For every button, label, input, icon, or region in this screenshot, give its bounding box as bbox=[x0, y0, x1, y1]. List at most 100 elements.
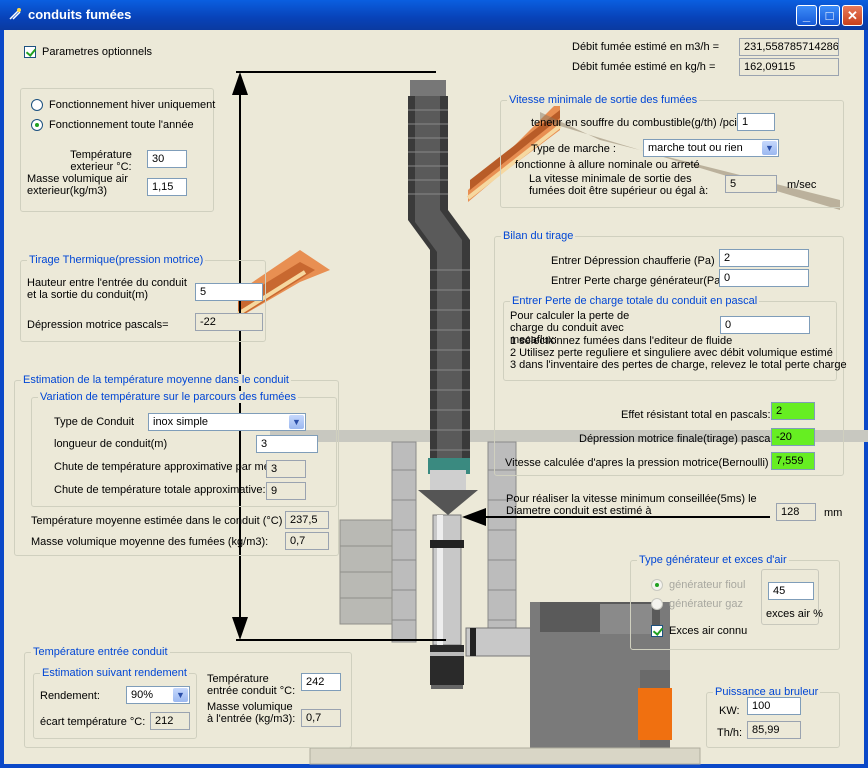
optional-params-label: Parametres optionnels bbox=[42, 46, 153, 58]
ecart-label: écart température °C: bbox=[40, 716, 146, 728]
debit-kg-label: Débit fumée estimé en kg/h = bbox=[572, 61, 716, 73]
soufre-label: teneur en souffre du combustible(g/th) /… bbox=[531, 117, 740, 129]
hiver-radio[interactable] bbox=[31, 99, 43, 111]
vitesse-group: Vitesse minimale de sortie des fumées te… bbox=[500, 94, 844, 208]
step1-text: 1 sélectionnez fumées dans l'editeur de … bbox=[510, 335, 733, 347]
temp-entree-input[interactable]: 242 bbox=[301, 673, 341, 691]
fioul-radio[interactable] bbox=[651, 579, 663, 591]
ecart-field[interactable]: 212 bbox=[150, 712, 190, 730]
temp-ext-input[interactable]: 30 bbox=[147, 150, 187, 168]
exces-connu-label: Exces air connu bbox=[669, 625, 748, 637]
chevron-down-icon[interactable]: ▼ bbox=[289, 415, 304, 429]
marche-select[interactable]: marche tout ou rien ▼ bbox=[643, 139, 779, 157]
dep-finale-field[interactable]: -20 bbox=[771, 428, 815, 446]
vitesse-bernoulli-field[interactable]: 7,559 bbox=[771, 452, 815, 470]
longueur-input[interactable]: 3 bbox=[256, 435, 318, 453]
estimation-title: Estimation de la température moyenne dan… bbox=[21, 374, 291, 386]
temp-moy-label: Température moyenne estimée dans le cond… bbox=[31, 515, 283, 527]
marche-value: marche tout ou rien bbox=[648, 142, 743, 154]
vitesse-title: Vitesse minimale de sortie des fumées bbox=[507, 94, 700, 106]
hauteur-label: Hauteur entre l'entrée du conduit et la … bbox=[27, 277, 187, 301]
step2-text: 2 Utilisez perte reguliere et singuliere… bbox=[510, 347, 833, 359]
dep-chauff-input[interactable]: 2 bbox=[719, 249, 809, 267]
puissance-group: Puissance au bruleur KW: 100 Th/h: 85,99 bbox=[706, 686, 840, 748]
chute-metre-label: Chute de température approximative par m… bbox=[54, 461, 283, 473]
vitesse-min-label: La vitesse minimale de sortie des fumées… bbox=[529, 173, 709, 197]
generateur-title: Type générateur et exces d'air bbox=[637, 554, 789, 566]
annee-label: Fonctionnement toute l'année bbox=[49, 119, 194, 131]
exces-label: exces air % bbox=[766, 608, 823, 620]
bilan-group: Bilan du tirage Entrer Dépression chauff… bbox=[494, 230, 847, 476]
kw-input[interactable]: 100 bbox=[747, 697, 801, 715]
vitesse-bernoulli-label: Vitesse calculée d'apres la pression mot… bbox=[505, 457, 787, 469]
variation-group: Variation de température sur le parcours… bbox=[31, 391, 337, 507]
effet-field[interactable]: 2 bbox=[771, 402, 815, 420]
kw-label: KW: bbox=[719, 705, 740, 717]
rendement-label: Rendement: bbox=[40, 690, 100, 702]
hauteur-input[interactable]: 5 bbox=[195, 283, 263, 301]
masse-moy-label: Masse volumique moyenne des fumées (kg/m… bbox=[31, 536, 269, 548]
optional-params-checkbox[interactable] bbox=[24, 46, 36, 58]
perte-total-title: Entrer Perte de charge totale du conduit… bbox=[510, 295, 760, 307]
perte-total-group: Entrer Perte de charge totale du conduit… bbox=[503, 295, 847, 381]
rendement-value: 90% bbox=[131, 689, 154, 701]
type-conduit-label: Type de Conduit bbox=[54, 416, 135, 428]
masse-ext-label: Masse volumique air exterieur(kg/m3) bbox=[27, 173, 128, 197]
dep-chauff-label: Entrer Dépression chaufferie (Pa) bbox=[551, 255, 715, 267]
temp-entree-label: Température entrée conduit °C: bbox=[207, 673, 296, 697]
vitesse-min-unit: m/sec bbox=[787, 179, 817, 191]
variation-title: Variation de température sur le parcours… bbox=[38, 391, 298, 403]
depression-label: Dépression motrice pascals= bbox=[27, 319, 169, 331]
masse-ext-input[interactable]: 1,15 bbox=[147, 178, 187, 196]
entree-title: Température entrée conduit bbox=[31, 646, 170, 658]
type-conduit-select[interactable]: inox simple ▼ bbox=[148, 413, 306, 431]
entree-group: Température entrée conduit Estimation su… bbox=[24, 646, 352, 748]
debit-m3-label: Débit fumée estimé en m3/h = bbox=[572, 41, 720, 53]
temp-moy-field[interactable]: 237,5 bbox=[285, 511, 329, 529]
soufre-input[interactable]: 1 bbox=[737, 113, 775, 131]
rendement-title: Estimation suivant rendement bbox=[40, 667, 189, 679]
rendement-select[interactable]: 90% ▼ bbox=[126, 686, 190, 704]
perte-gen-input[interactable]: 0 bbox=[719, 269, 809, 287]
type-conduit-value: inox simple bbox=[153, 416, 209, 428]
allure-label: fonctionne à allure nominale ou arreté bbox=[515, 159, 700, 171]
dep-finale-label: Dépression motrice finale(tirage) pascal… bbox=[579, 433, 779, 445]
exces-box: 45 exces air % bbox=[761, 569, 823, 625]
thh-field[interactable]: 85,99 bbox=[747, 721, 801, 739]
chevron-down-icon[interactable]: ▼ bbox=[762, 141, 777, 155]
exces-input[interactable]: 45 bbox=[768, 582, 814, 600]
debit-kg-field[interactable]: 162,09115 bbox=[739, 58, 839, 76]
chute-metre-field[interactable]: 3 bbox=[266, 460, 306, 478]
annee-radio[interactable] bbox=[31, 119, 43, 131]
depression-field[interactable]: -22 bbox=[195, 313, 263, 331]
generateur-group: Type générateur et exces d'air générateu… bbox=[630, 554, 840, 650]
chevron-down-icon[interactable]: ▼ bbox=[173, 688, 188, 702]
perte-gen-label: Entrer Perte charge générateur(Pa) bbox=[551, 275, 725, 287]
vitesse-min-field[interactable]: 5 bbox=[725, 175, 777, 193]
thh-label: Th/h: bbox=[717, 727, 743, 739]
masse-entree-label: Masse volumique à l'entrée (kg/m3): bbox=[207, 701, 296, 725]
hiver-label: Fonctionnement hiver uniquement bbox=[49, 99, 216, 111]
gaz-radio[interactable] bbox=[651, 598, 663, 610]
temp-ext-label: Température exterieur °C: bbox=[70, 149, 132, 173]
effet-label: Effet résistant total en pascals: bbox=[621, 409, 771, 421]
tirage-group: Tirage Thermique(pression motrice) Haute… bbox=[20, 254, 266, 342]
bilan-title: Bilan du tirage bbox=[501, 230, 576, 242]
diametre-unit: mm bbox=[824, 507, 843, 519]
debit-m3-field[interactable]: 231,558785714286 bbox=[739, 38, 839, 56]
diametre-field[interactable]: 128 bbox=[776, 503, 816, 521]
chute-totale-field[interactable]: 9 bbox=[266, 482, 306, 500]
longueur-label: longueur de conduit(m) bbox=[54, 438, 168, 450]
flexible-flue bbox=[408, 80, 470, 470]
fonctionnement-group: Fonctionnement hiver uniquement Fonction… bbox=[20, 88, 216, 212]
calc-input[interactable]: 0 bbox=[720, 316, 810, 334]
gaz-label: générateur gaz bbox=[669, 598, 743, 610]
diametre-label: Pour réaliser la vitesse minimum conseil… bbox=[506, 493, 757, 517]
step3-text: 3 dans l'inventaire des pertes de charge… bbox=[510, 359, 847, 371]
chute-totale-label: Chute de température totale approximativ… bbox=[54, 484, 266, 496]
masse-moy-field[interactable]: 0,7 bbox=[285, 532, 329, 550]
estimation-group: Estimation de la température moyenne dan… bbox=[14, 374, 339, 556]
rendement-group: Estimation suivant rendement Rendement: … bbox=[33, 667, 197, 739]
exces-connu-checkbox[interactable] bbox=[651, 625, 663, 637]
masse-entree-field[interactable]: 0,7 bbox=[301, 709, 341, 727]
